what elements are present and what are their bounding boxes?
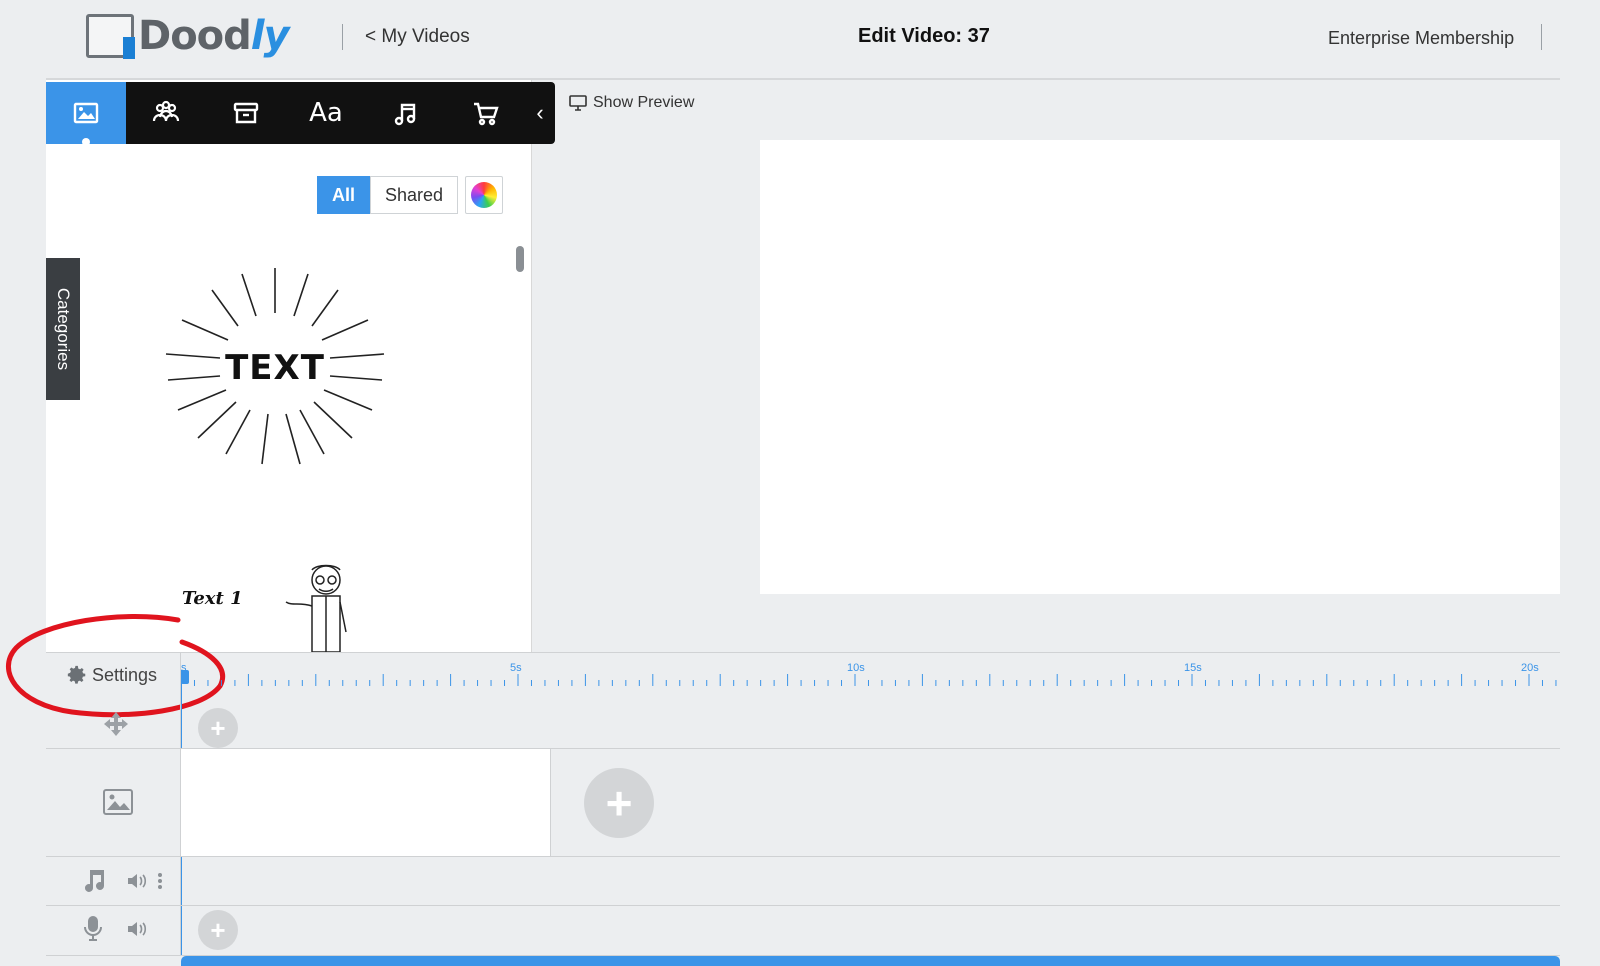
video-canvas[interactable] bbox=[760, 140, 1560, 594]
move-arrows-icon[interactable] bbox=[102, 710, 130, 738]
props-icon bbox=[233, 102, 259, 124]
header-divider bbox=[342, 24, 343, 50]
music-track-icon[interactable] bbox=[80, 866, 108, 894]
timeline-ruler[interactable]: s 5s 10s 15s 20s bbox=[181, 662, 1560, 702]
membership-label[interactable]: Enterprise Membership bbox=[1328, 28, 1514, 49]
filter-all-button[interactable]: All bbox=[317, 176, 371, 214]
logo-mark-icon bbox=[86, 14, 135, 59]
professor-character-icon bbox=[285, 564, 347, 652]
asset-scrollbar[interactable] bbox=[516, 246, 524, 272]
header-divider bbox=[1541, 24, 1542, 50]
asset-item-text-burst[interactable]: TEXT bbox=[160, 258, 390, 478]
volume-icon[interactable] bbox=[126, 920, 150, 938]
tool-music[interactable] bbox=[366, 82, 446, 144]
settings-label: Settings bbox=[92, 664, 158, 685]
cart-icon bbox=[474, 102, 499, 126]
settings-button[interactable]: Settings bbox=[66, 664, 157, 686]
ruler-ticks bbox=[181, 674, 1557, 686]
characters-icon bbox=[152, 100, 180, 122]
categories-label: Categories bbox=[54, 287, 73, 371]
burst-text-label: TEXT bbox=[225, 348, 325, 388]
text-icon: Aa bbox=[309, 98, 343, 128]
tool-text[interactable]: Aa bbox=[286, 82, 366, 144]
categories-tab[interactable]: Categories bbox=[46, 258, 80, 400]
add-transition-button[interactable]: + bbox=[198, 708, 238, 748]
tool-characters[interactable] bbox=[126, 82, 206, 144]
my-videos-link[interactable]: < My Videos bbox=[365, 26, 470, 48]
show-preview-button[interactable]: Show Preview bbox=[569, 94, 694, 112]
row-divider bbox=[46, 905, 1560, 906]
gear-icon bbox=[67, 665, 86, 684]
timeline-scrollbar[interactable] bbox=[181, 956, 1560, 966]
app-header: Doodly < My Videos Edit Video: 37 Enterp… bbox=[0, 0, 1600, 78]
add-voiceover-button[interactable]: + bbox=[198, 910, 238, 950]
image-icon bbox=[73, 102, 99, 124]
timeline-top-border bbox=[46, 652, 1560, 653]
asset-item-character-text[interactable]: Text 1 bbox=[176, 558, 376, 652]
add-scene-button[interactable]: + bbox=[584, 768, 654, 838]
playhead-handle[interactable] bbox=[181, 670, 189, 684]
microphone-icon[interactable] bbox=[82, 914, 104, 942]
tool-images[interactable] bbox=[46, 82, 126, 146]
color-filter-button[interactable] bbox=[465, 176, 503, 214]
scene-thumbnail[interactable] bbox=[181, 749, 551, 856]
page-title: Edit Video: 37 bbox=[858, 25, 990, 47]
filter-shared-button[interactable]: Shared bbox=[370, 176, 459, 214]
monitor-icon bbox=[569, 95, 587, 111]
color-wheel-icon bbox=[471, 182, 497, 208]
asset-filter-group: All Shared bbox=[317, 176, 459, 214]
doodly-logo[interactable]: Doodly bbox=[86, 8, 290, 64]
row-divider bbox=[46, 856, 1560, 857]
tool-store[interactable] bbox=[446, 82, 526, 144]
music-icon bbox=[394, 103, 416, 126]
logo-text: Doodly bbox=[138, 13, 290, 59]
asset-toolbar: Aa ‹ bbox=[46, 82, 555, 146]
collapse-toolbar-button[interactable]: ‹ bbox=[526, 82, 554, 144]
scene-image-icon bbox=[103, 789, 133, 815]
tool-props[interactable] bbox=[206, 82, 286, 144]
show-preview-label: Show Preview bbox=[593, 94, 695, 111]
more-options-icon[interactable] bbox=[157, 872, 163, 890]
volume-icon[interactable] bbox=[126, 872, 150, 890]
